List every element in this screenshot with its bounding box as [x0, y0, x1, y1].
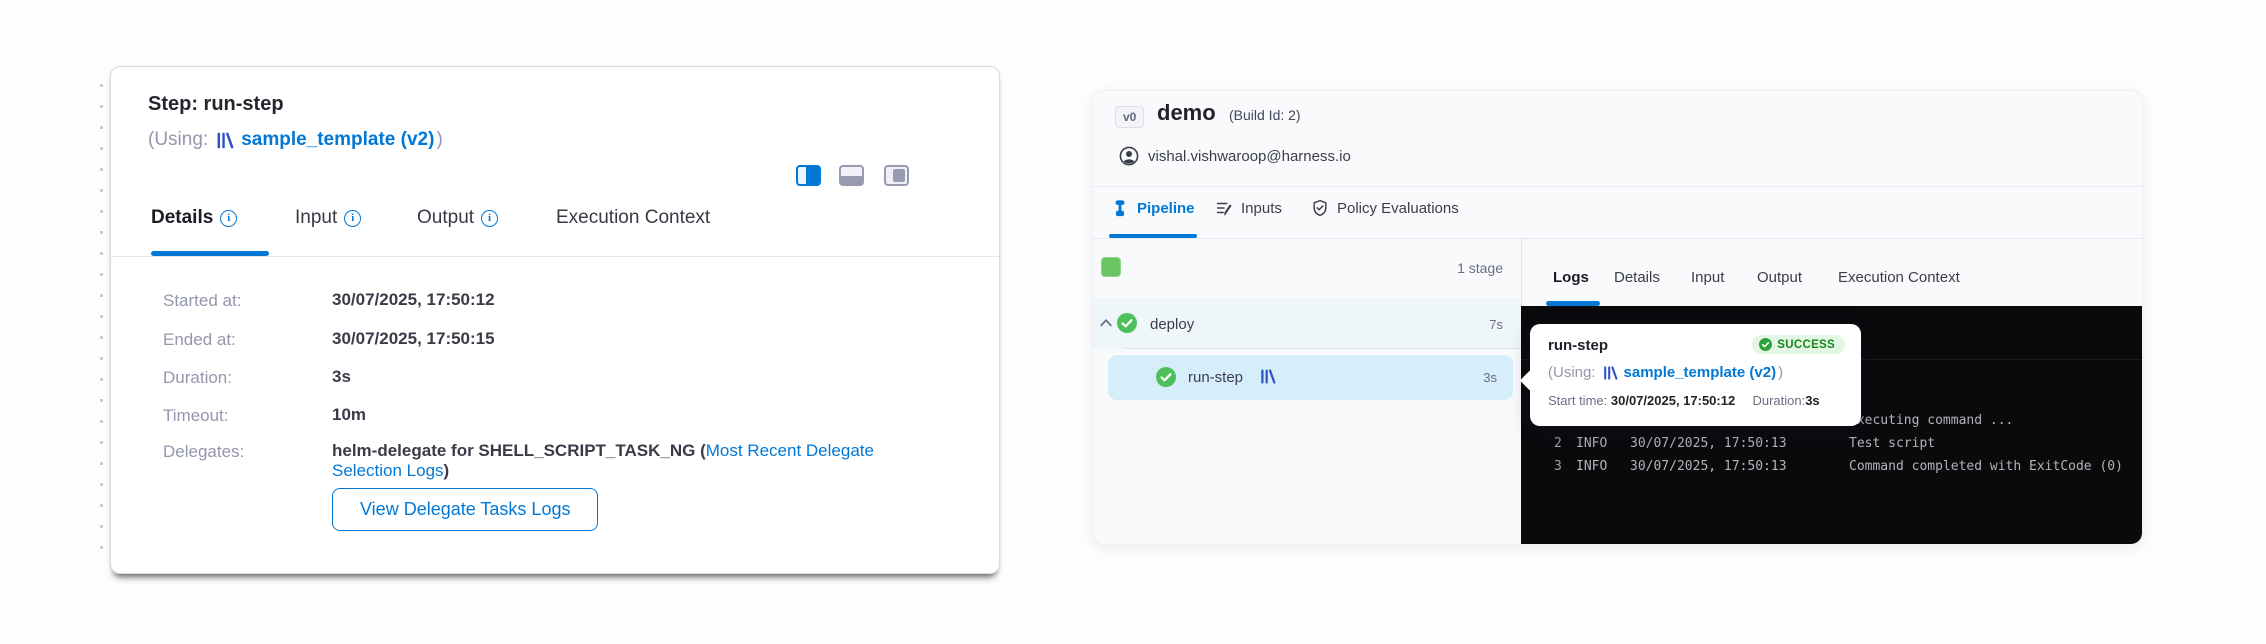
using-prefix: (Using: [148, 129, 208, 151]
info-icon[interactable]: i [344, 210, 361, 227]
using-prefix: (Using: [1548, 364, 1596, 381]
view-delegate-tasks-logs-button[interactable]: View Delegate Tasks Logs [332, 488, 598, 531]
delegates-value: helm-delegate for SHELL_SCRIPT_TASK_NG (… [332, 441, 948, 481]
triggered-by: vishal.vishwaroop@harness.io [1119, 146, 1351, 166]
log-timestamp: 30/07/2025, 17:50:13 [1630, 436, 1787, 451]
duration-value: 3s [1805, 393, 1819, 408]
delegates-suffix: ) [444, 461, 450, 480]
delegates-text: helm-delegate for SHELL_SCRIPT_TASK_NG ( [332, 441, 706, 460]
pipeline-icon [1111, 199, 1129, 217]
log-line-number: 2 [1554, 436, 1562, 451]
popover-using-line: (Using: sample_template (v2) ) [1548, 364, 1783, 381]
tab-input-label: Input [295, 207, 337, 229]
duration-label: Duration: [163, 368, 232, 388]
divider [1093, 186, 2142, 187]
using-suffix: ) [1778, 364, 1783, 381]
divider [1093, 238, 2142, 239]
layout-bottom-icon [839, 165, 864, 186]
avatar-icon [1119, 146, 1139, 166]
chevron-up-icon[interactable] [1098, 315, 1114, 331]
divider [111, 256, 999, 257]
resize-handle[interactable] [100, 84, 103, 556]
tab-output-label: Output [417, 207, 474, 229]
pipeline-name: demo [1157, 100, 1216, 126]
started-at-value: 30/07/2025, 17:50:12 [332, 290, 495, 310]
layout-split-button[interactable] [796, 165, 821, 191]
timeout-value: 10m [332, 405, 366, 425]
step-duration: 3s [1457, 370, 1497, 385]
inputs-icon [1215, 199, 1233, 217]
stage-duration: 7s [1463, 317, 1503, 332]
log-message: Command completed with ExitCode (0) [1849, 459, 2123, 474]
template-icon [1259, 368, 1276, 390]
log-message: Executing command ... [1849, 413, 2013, 428]
ended-at-value: 30/07/2025, 17:50:15 [332, 329, 495, 349]
logtab-output[interactable]: Output [1757, 269, 1802, 286]
tab-pipeline-label: Pipeline [1137, 200, 1195, 217]
tab-pipeline[interactable]: Pipeline [1111, 199, 1195, 217]
step-name: run-step [1188, 369, 1243, 386]
timeout-label: Timeout: [163, 406, 229, 426]
check-circle-icon [1156, 367, 1176, 392]
layout-split-icon [796, 165, 821, 186]
template-link[interactable]: sample_template (v2) [241, 129, 434, 151]
logtab-details[interactable]: Details [1614, 269, 1660, 286]
step-details-card: Step: run-step (Using: sample_template (… [110, 66, 1000, 574]
step-using-line: (Using: sample_template (v2) ) [148, 129, 443, 151]
divider [1123, 348, 1521, 349]
log-message: Test script [1849, 436, 1935, 451]
step-status-popover: run-step SUCCESS (Using: sample_template… [1530, 324, 1861, 426]
ended-at-label: Ended at: [163, 330, 236, 350]
tab-execution-context-label: Execution Context [556, 207, 710, 229]
layout-bottom-button[interactable] [839, 165, 864, 191]
page: Step: run-step (Using: sample_template (… [0, 0, 2266, 644]
log-line-number: 3 [1554, 459, 1562, 474]
tab-inputs-label: Inputs [1241, 200, 1282, 217]
execution-card: v0 demo (Build Id: 2) vishal.vishwaroop@… [1092, 90, 2143, 545]
duration-label: Duration: [1752, 393, 1805, 408]
stage-square-icon[interactable] [1101, 257, 1121, 277]
tab-inputs[interactable]: Inputs [1215, 199, 1282, 217]
template-link[interactable]: sample_template (v2) [1624, 364, 1777, 381]
start-time-value: 30/07/2025, 17:50:12 [1611, 393, 1735, 408]
template-icon [215, 131, 234, 150]
version-badge: v0 [1115, 106, 1144, 128]
template-icon [1602, 365, 1618, 381]
status-badge: SUCCESS [1752, 335, 1845, 354]
policy-shield-icon [1311, 199, 1329, 217]
popover-meta: Start time: 30/07/2025, 17:50:12 Duratio… [1548, 393, 1820, 408]
logtab-logs[interactable]: Logs [1553, 269, 1589, 286]
check-circle-icon [1117, 313, 1137, 338]
layout-float-icon [884, 165, 909, 186]
tab-execution-context[interactable]: Execution Context [556, 207, 710, 229]
using-suffix: ) [436, 129, 442, 151]
delegates-label: Delegates: [163, 442, 244, 462]
layout-float-button[interactable] [884, 165, 909, 191]
check-circle-icon [1759, 338, 1772, 351]
info-icon[interactable]: i [220, 210, 237, 227]
tab-policy-evaluations[interactable]: Policy Evaluations [1311, 199, 1459, 217]
tab-details-label: Details [151, 207, 213, 229]
stage-name: deploy [1150, 316, 1194, 333]
status-badge-label: SUCCESS [1777, 339, 1835, 351]
stage-count: 1 stage [1423, 260, 1503, 276]
logtab-input[interactable]: Input [1691, 269, 1724, 286]
user-email: vishal.vishwaroop@harness.io [1148, 148, 1351, 165]
popover-step-name: run-step [1548, 337, 1608, 354]
tab-details[interactable]: Details i [151, 207, 237, 229]
start-time-label: Start time: [1548, 393, 1607, 408]
duration-value: 3s [332, 367, 351, 387]
log-level: INFO [1576, 459, 1607, 474]
info-icon[interactable]: i [481, 210, 498, 227]
log-timestamp: 30/07/2025, 17:50:13 [1630, 459, 1787, 474]
tab-policy-evaluations-label: Policy Evaluations [1337, 200, 1459, 217]
build-id: (Build Id: 2) [1229, 107, 1301, 123]
step-title: Step: run-step [148, 93, 284, 116]
log-level: INFO [1576, 436, 1607, 451]
logtab-execution-context[interactable]: Execution Context [1838, 269, 1960, 286]
started-at-label: Started at: [163, 291, 241, 311]
tab-input[interactable]: Input i [295, 207, 361, 229]
tab-output[interactable]: Output i [417, 207, 498, 229]
